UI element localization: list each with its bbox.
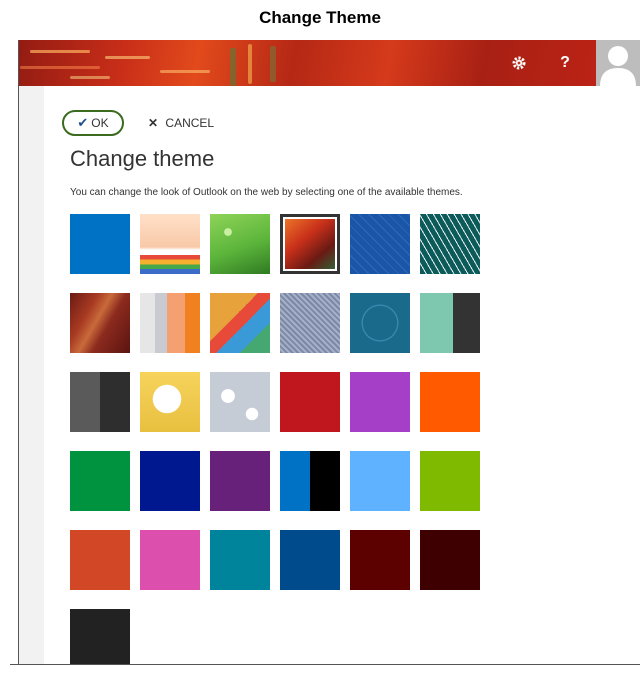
gear-icon bbox=[512, 56, 526, 70]
theme-tile[interactable] bbox=[140, 530, 200, 590]
torn-edge-bottom bbox=[10, 664, 640, 670]
theme-tile[interactable] bbox=[70, 530, 130, 590]
theme-tile[interactable] bbox=[70, 293, 130, 353]
theme-tile[interactable] bbox=[70, 214, 130, 274]
avatar[interactable] bbox=[596, 40, 640, 86]
person-icon bbox=[600, 46, 636, 86]
checkmark-icon: ✔ bbox=[77, 115, 89, 130]
theme-tile[interactable] bbox=[280, 530, 340, 590]
cancel-button[interactable]: ✕ CANCEL bbox=[148, 116, 214, 130]
theme-tile[interactable] bbox=[420, 372, 480, 432]
theme-tile[interactable] bbox=[420, 530, 480, 590]
theme-tile[interactable] bbox=[210, 372, 270, 432]
theme-tile[interactable] bbox=[280, 451, 340, 511]
theme-tile[interactable] bbox=[140, 451, 200, 511]
theme-tile[interactable] bbox=[350, 530, 410, 590]
theme-tile[interactable] bbox=[350, 214, 410, 274]
theme-tile[interactable] bbox=[420, 451, 480, 511]
page-title: Change theme bbox=[70, 146, 215, 171]
help-button[interactable]: ? bbox=[546, 40, 584, 86]
theme-tile[interactable] bbox=[210, 451, 270, 511]
theme-tile[interactable] bbox=[140, 293, 200, 353]
theme-tile[interactable] bbox=[350, 451, 410, 511]
close-icon: ✕ bbox=[148, 116, 159, 130]
theme-tile[interactable] bbox=[350, 293, 410, 353]
theme-tile[interactable] bbox=[210, 530, 270, 590]
page-caption: Change Theme bbox=[259, 8, 381, 27]
header-bar: ? bbox=[10, 40, 640, 86]
ok-label: OK bbox=[91, 116, 109, 130]
app-window: ? ✔ OK ✕ CANCEL Change theme You can cha… bbox=[10, 40, 640, 670]
ok-button[interactable]: ✔ OK bbox=[62, 110, 124, 136]
settings-button[interactable] bbox=[500, 40, 538, 86]
theme-tile[interactable] bbox=[420, 214, 480, 274]
theme-tile[interactable] bbox=[280, 372, 340, 432]
theme-tile[interactable] bbox=[350, 372, 410, 432]
theme-tile[interactable] bbox=[70, 609, 130, 669]
theme-tile[interactable] bbox=[140, 372, 200, 432]
torn-edge-left bbox=[10, 40, 19, 670]
theme-tile[interactable] bbox=[210, 214, 270, 274]
theme-tile[interactable] bbox=[70, 451, 130, 511]
theme-tile[interactable] bbox=[210, 293, 270, 353]
change-theme-panel: ✔ OK ✕ CANCEL Change theme You can chang… bbox=[44, 86, 640, 670]
theme-tile[interactable] bbox=[140, 214, 200, 274]
cancel-label: CANCEL bbox=[165, 116, 215, 130]
theme-tile[interactable] bbox=[70, 372, 130, 432]
description-text: You can change the look of Outlook on th… bbox=[70, 187, 463, 198]
theme-tile[interactable] bbox=[280, 214, 340, 274]
theme-tile[interactable] bbox=[420, 293, 480, 353]
theme-tile[interactable] bbox=[280, 293, 340, 353]
